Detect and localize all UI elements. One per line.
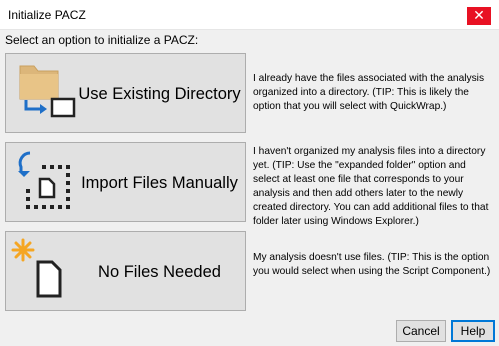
instruction-label: Select an option to initialize a PACZ: xyxy=(5,33,199,47)
cancel-button[interactable]: Cancel xyxy=(396,320,446,342)
option-label: Use Existing Directory xyxy=(78,84,241,103)
import-file-arrow-icon xyxy=(18,151,70,209)
no-files-needed-button[interactable]: No Files Needed xyxy=(5,231,246,311)
folder-with-arrow-icon xyxy=(19,65,76,118)
import-files-manually-button[interactable]: Import Files Manually xyxy=(5,142,246,222)
new-file-sparkle-icon xyxy=(11,238,62,298)
window-title: Initialize PACZ xyxy=(8,8,86,22)
option-description: My analysis doesn't use files. (TIP: Thi… xyxy=(253,252,491,277)
help-button[interactable]: Help xyxy=(451,320,495,342)
option-label: Import Files Manually xyxy=(81,173,238,192)
option-label: No Files Needed xyxy=(98,262,221,281)
option-description: I already have the files associated with… xyxy=(253,73,485,112)
option-description: I haven't organized my analysis files in… xyxy=(253,146,489,227)
close-button[interactable]: ✕ xyxy=(467,7,491,25)
title-bar: Initialize PACZ ✕ xyxy=(0,0,499,30)
use-existing-directory-button[interactable]: Use Existing Directory xyxy=(5,53,246,133)
